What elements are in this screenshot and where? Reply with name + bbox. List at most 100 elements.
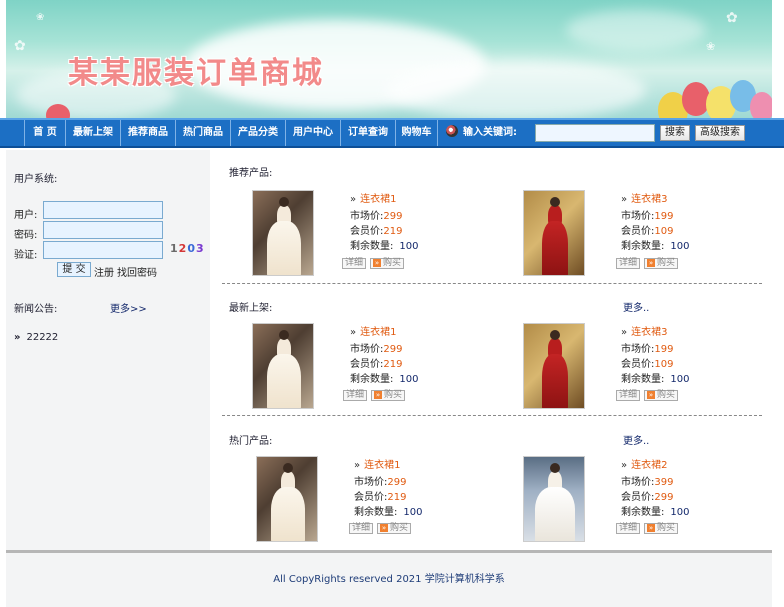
username-field[interactable]	[43, 201, 163, 219]
product-card: » 连衣裙3 市场价:199 会员价:109 剩余数量: 100 详细 » 购买	[523, 190, 784, 280]
market-price: 市场价:299	[350, 344, 403, 355]
balloon-icon	[750, 92, 772, 118]
member-price: 会员价:109	[621, 226, 674, 237]
product-image[interactable]	[523, 456, 585, 542]
flower-icon: ✿	[726, 10, 738, 26]
arrow-icon: »	[647, 259, 655, 267]
nav-categories[interactable]: 产品分类	[231, 120, 286, 146]
detail-button[interactable]: 详细	[616, 390, 641, 401]
nav-user-center[interactable]: 用户中心	[286, 120, 341, 146]
buy-button[interactable]: » 购买	[370, 258, 405, 269]
flower-icon: ✿	[14, 38, 26, 54]
detail-button[interactable]: 详细	[616, 258, 641, 269]
market-price: 市场价:399	[621, 477, 674, 488]
product-image[interactable]	[256, 456, 318, 542]
section-divider	[222, 283, 762, 284]
user-system-heading: 用户系统:	[14, 174, 58, 185]
copyright-text: All CopyRights reserved 2021 学院计算机科学系	[273, 574, 505, 585]
search-button[interactable]: 搜索	[660, 125, 690, 141]
site-title: 某某服装订单商城	[68, 56, 324, 91]
nav-new-arrivals[interactable]: 最新上架	[66, 120, 121, 146]
nav-cart[interactable]: 购物车	[396, 120, 438, 146]
recover-password-link[interactable]: 找回密码	[117, 264, 157, 279]
news-more-link[interactable]: 更多>>	[110, 300, 147, 315]
nav-recommended[interactable]: 推荐商品	[121, 120, 176, 146]
news-item[interactable]: » 22222	[14, 332, 58, 343]
market-price: 市场价:199	[621, 211, 674, 222]
news-heading: 新闻公告:	[14, 304, 58, 315]
cloud-shape	[566, 10, 706, 50]
buy-button[interactable]: » 购买	[644, 390, 679, 401]
product-name-link[interactable]: » 连衣裙3	[621, 190, 668, 205]
search-icon	[446, 125, 458, 137]
footer: All CopyRights reserved 2021 学院计算机科学系	[6, 553, 772, 607]
nav-home[interactable]: 首 页	[24, 120, 66, 146]
detail-button[interactable]: 详细	[343, 390, 368, 401]
section-divider	[222, 415, 762, 416]
product-name-link[interactable]: » 连衣裙1	[350, 190, 397, 205]
product-card: » 连衣裙1 市场价:299 会员价:219 剩余数量: 100 详细 » 购买	[256, 456, 526, 546]
password-label: 密码:	[14, 230, 38, 241]
nav-hot-products[interactable]: 热门商品	[176, 120, 231, 146]
product-card: » 连衣裙3 市场价:199 会员价:109 剩余数量: 100 详细 » 购买	[523, 323, 784, 413]
advanced-search-button[interactable]: 高级搜索	[695, 125, 745, 141]
bullet-icon: »	[14, 332, 21, 343]
bullet-icon: »	[354, 460, 361, 471]
bullet-icon: »	[621, 327, 628, 338]
arrow-icon: »	[374, 391, 382, 399]
bullet-icon: »	[621, 194, 628, 205]
captcha-field[interactable]	[43, 241, 163, 259]
detail-button[interactable]: 详细	[342, 258, 367, 269]
submit-button[interactable]: 提 交	[57, 262, 91, 277]
member-price: 会员价:219	[350, 359, 403, 370]
product-image[interactable]	[252, 323, 314, 409]
product-card: » 连衣裙1 市场价:299 会员价:219 剩余数量: 100 详细 » 购买	[252, 323, 522, 413]
recommended-section-title: 推荐产品:	[229, 168, 273, 179]
verify-label: 验证:	[14, 250, 38, 261]
main-content: 推荐产品: » 连衣裙1 市场价:299 会员价:219 剩余数量: 100 详细 …	[212, 150, 772, 550]
register-link[interactable]: 注册	[94, 264, 114, 279]
bullet-icon: »	[350, 194, 357, 205]
buy-button[interactable]: » 购买	[377, 523, 412, 534]
product-name-link[interactable]: » 连衣裙2	[621, 456, 668, 471]
hot-products-more-link[interactable]: 更多..	[623, 432, 649, 447]
buy-button[interactable]: » 购买	[644, 258, 679, 269]
hot-products-section-title: 热门产品:	[229, 436, 273, 447]
product-image[interactable]	[523, 323, 585, 409]
detail-button[interactable]: 详细	[616, 523, 641, 534]
nav-order-query[interactable]: 订单查询	[341, 120, 396, 146]
market-price: 市场价:299	[354, 477, 407, 488]
bullet-icon: »	[350, 327, 357, 338]
product-card: » 连衣裙1 市场价:299 会员价:219 剩余数量: 100 详细 » 购买	[252, 190, 522, 280]
buy-button[interactable]: » 购买	[371, 390, 406, 401]
main-nav: 首 页 最新上架 推荐商品 热门商品 产品分类 用户中心 订单查询 购物车 输入…	[0, 118, 784, 148]
new-arrivals-more-link[interactable]: 更多..	[623, 299, 649, 314]
member-price: 会员价:219	[350, 226, 403, 237]
captcha-image[interactable]: 1203	[170, 242, 205, 255]
password-field[interactable]	[43, 221, 163, 239]
member-price: 会员价:219	[354, 492, 407, 503]
bullet-icon: »	[621, 460, 628, 471]
banner: ✿ ❀ ✿ ❀ 某某服装订单商城	[6, 0, 772, 118]
product-image[interactable]	[523, 190, 585, 276]
product-name-link[interactable]: » 连衣裙1	[350, 323, 397, 338]
new-arrivals-section-title: 最新上架:	[229, 303, 273, 314]
product-image[interactable]	[252, 190, 314, 276]
member-price: 会员价:299	[621, 492, 674, 503]
username-label: 用户:	[14, 210, 38, 221]
product-name-link[interactable]: » 连衣裙1	[354, 456, 401, 471]
market-price: 市场价:299	[350, 211, 403, 222]
search-input[interactable]	[535, 124, 655, 142]
buy-button[interactable]: » 购买	[644, 523, 679, 534]
stock-count: 剩余数量: 100	[621, 241, 690, 252]
stock-count: 剩余数量: 100	[350, 374, 419, 385]
sidebar: 用户系统: 用户: 密码: 验证: 1203 1203 提 交 注册 找回密码 …	[6, 150, 210, 550]
member-price: 会员价:109	[621, 359, 674, 370]
stock-count: 剩余数量: 100	[350, 241, 419, 252]
stock-count: 剩余数量: 100	[621, 507, 690, 518]
arrow-icon: »	[647, 524, 655, 532]
product-name-link[interactable]: » 连衣裙3	[621, 323, 668, 338]
detail-button[interactable]: 详细	[349, 523, 374, 534]
news-item-title: 22222	[26, 332, 59, 343]
arrow-icon: »	[647, 391, 655, 399]
